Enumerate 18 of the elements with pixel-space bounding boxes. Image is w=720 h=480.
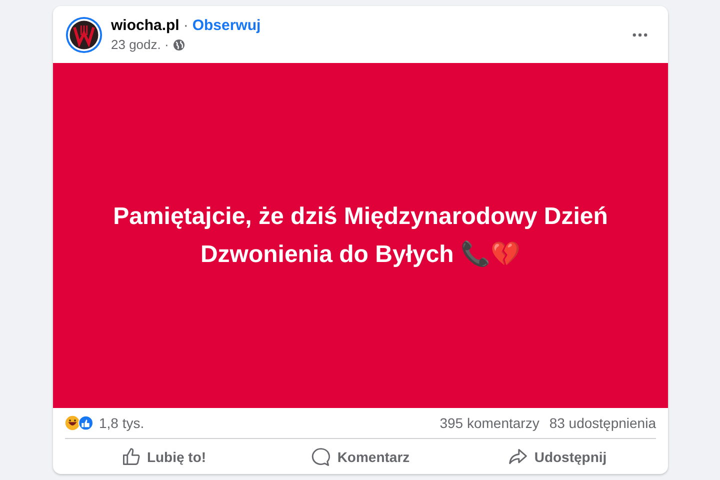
reactions-icon[interactable] <box>65 415 95 431</box>
avatar-icon[interactable] <box>65 16 103 54</box>
author-name[interactable]: wiocha.pl <box>111 17 180 34</box>
share-button[interactable]: Udostępnij <box>459 439 656 474</box>
comment-count[interactable]: 395 komentarzy <box>440 415 540 431</box>
share-arrow-icon <box>508 446 528 466</box>
separator: · <box>183 17 188 34</box>
post-text: Pamiętajcie, że dziś Międzynarodowy Dzień Dzwonienia do Byłych 📞💔 <box>112 202 609 270</box>
speech-bubble-icon <box>311 446 332 466</box>
thumbs-up-icon <box>120 446 141 466</box>
globe-icon <box>172 38 185 50</box>
follow-link[interactable]: Obserwuj <box>192 17 261 34</box>
like-button[interactable]: Lubię to! <box>65 439 262 474</box>
more-options-icon[interactable] <box>632 32 648 38</box>
comment-button[interactable]: Komentarz <box>262 439 459 474</box>
reaction-count[interactable]: 1,8 tys. <box>99 415 144 431</box>
share-count[interactable]: 83 udostępnienia <box>549 415 656 431</box>
post-time[interactable]: 23 godz. · <box>111 37 169 52</box>
